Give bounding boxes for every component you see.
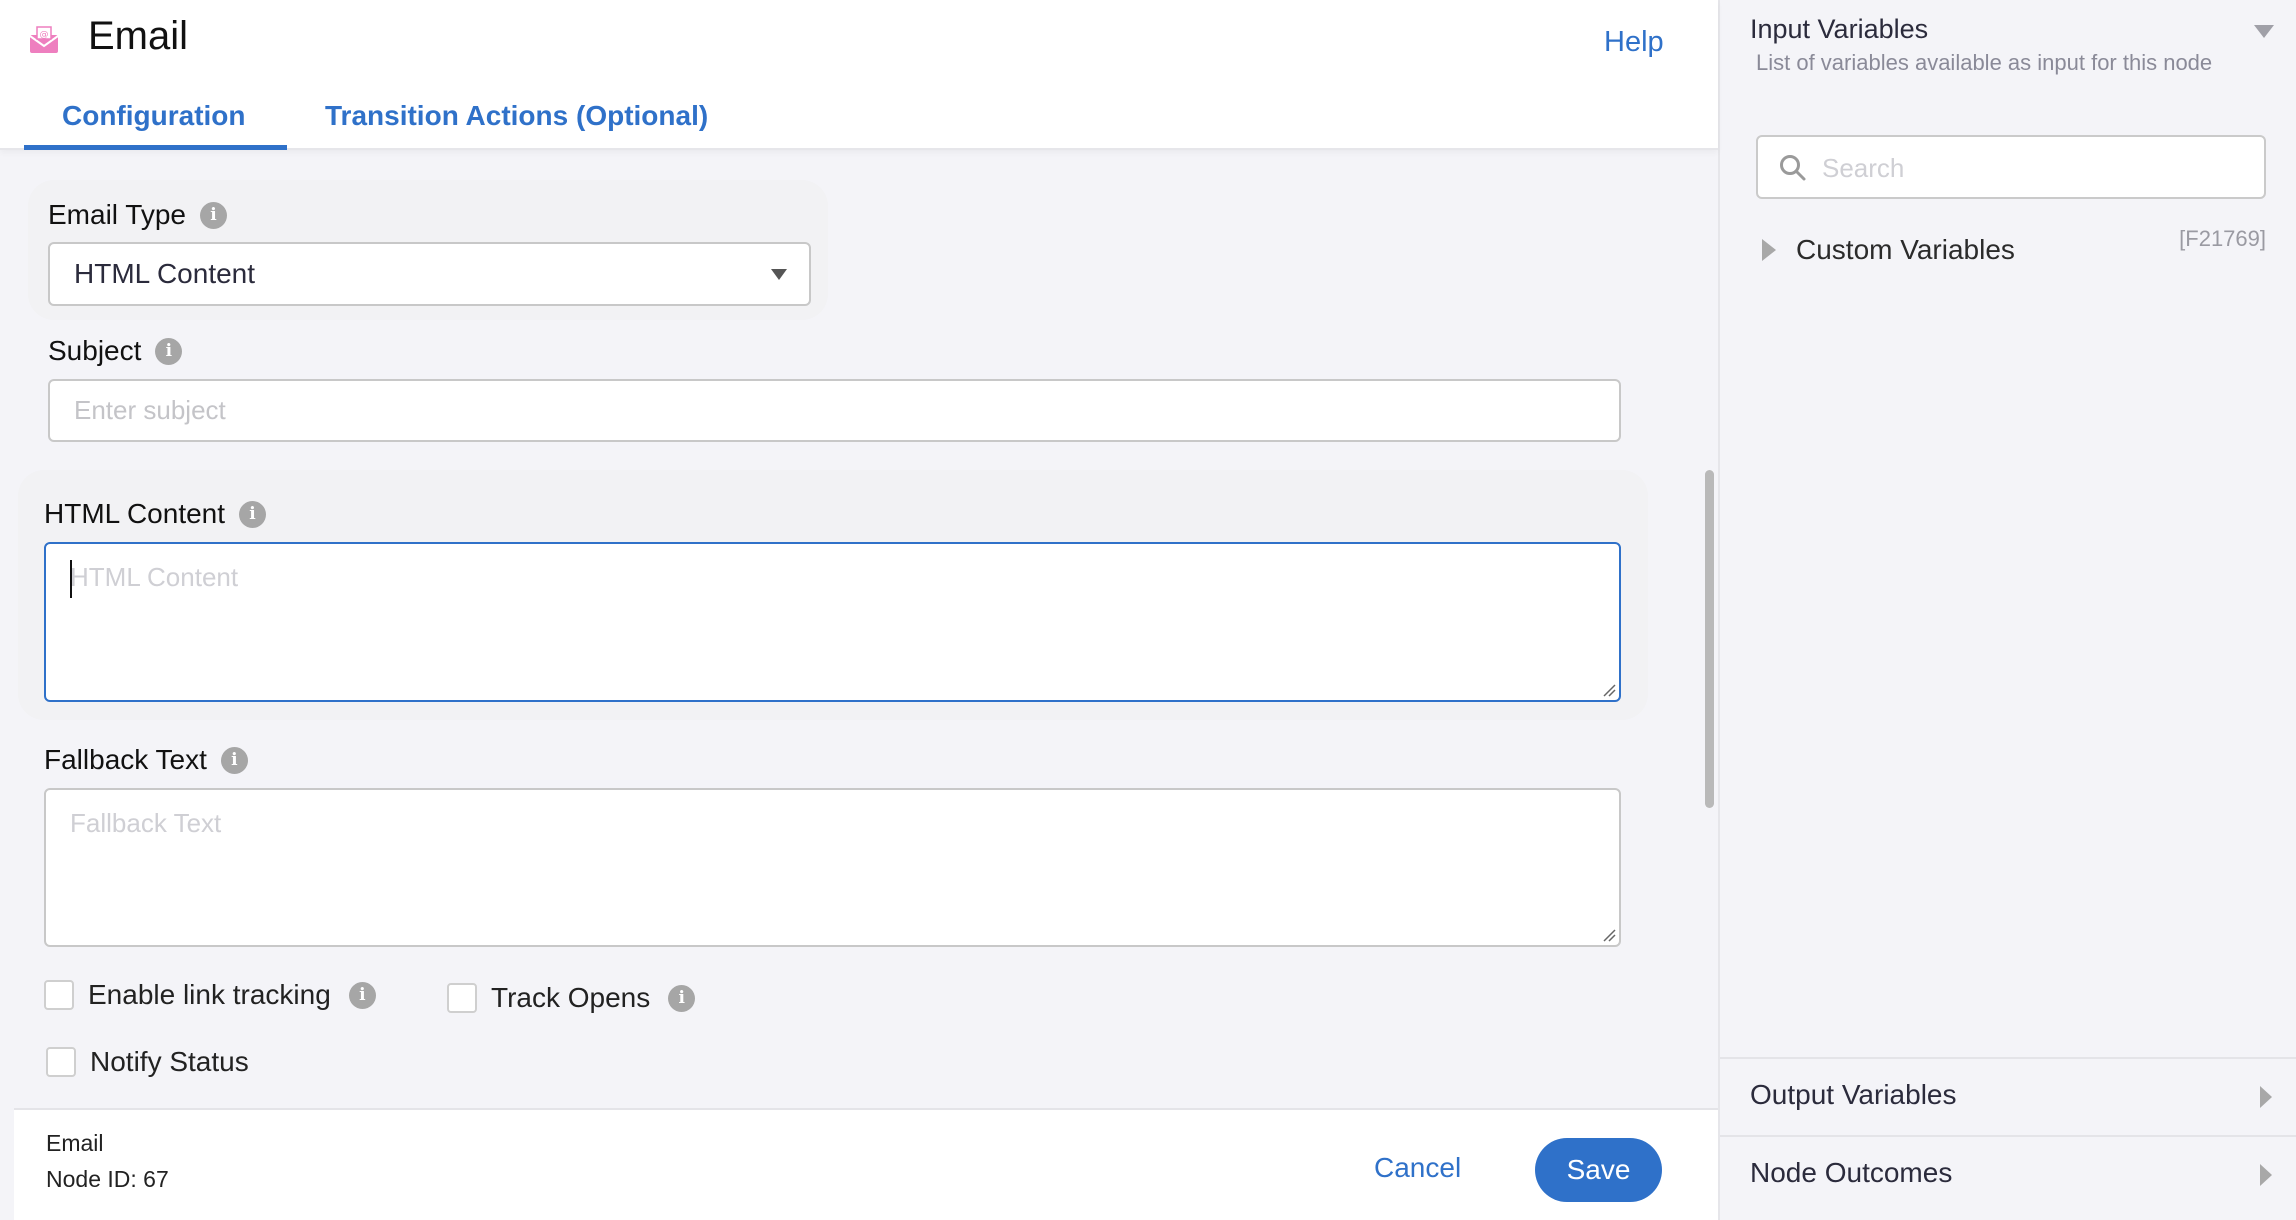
input-variables-title: Input Variables (1750, 14, 1929, 44)
search-icon (1780, 155, 1806, 181)
track-opens-option[interactable]: Track Opens i (447, 982, 696, 1014)
custom-variables-code: [F21769] (2179, 226, 2266, 251)
info-icon[interactable]: i (155, 337, 183, 365)
track-opens-label: Track Opens (491, 982, 651, 1013)
html-content-label: HTML Content i (44, 498, 267, 530)
email-envelope-icon: @ (29, 26, 59, 53)
content-scrollbar[interactable] (1705, 470, 1714, 808)
search-input[interactable] (1822, 149, 2242, 187)
node-id: Node ID: 67 (46, 1166, 169, 1192)
tab-configuration[interactable]: Configuration (62, 100, 246, 132)
subject-label-text: Subject (48, 335, 142, 366)
email-type-label: Email Type i (48, 199, 227, 231)
output-variables-label: Output Variables (1750, 1079, 1957, 1110)
info-icon[interactable]: i (200, 201, 227, 229)
info-icon[interactable]: i (239, 500, 267, 528)
notify-status-checkbox[interactable] (46, 1047, 76, 1077)
resize-handle-icon[interactable] (1602, 683, 1616, 697)
subject-input[interactable]: Enter subject (48, 379, 1621, 442)
html-content-placeholder: HTML Content (70, 562, 239, 592)
custom-variables-label: Custom Variables (1796, 234, 2015, 265)
node-outcomes-label: Node Outcomes (1750, 1157, 1953, 1188)
fallback-text-label-text: Fallback Text (44, 744, 207, 775)
subject-label: Subject i (48, 335, 183, 367)
editor-footer: Email Node ID: 67 Cancel Save (14, 1108, 1718, 1220)
svg-text:@: @ (40, 30, 49, 40)
resize-handle-icon[interactable] (1602, 928, 1616, 942)
tab-transition-actions[interactable]: Transition Actions (Optional) (325, 100, 708, 132)
collapse-triangle-icon[interactable] (2254, 25, 2274, 38)
fallback-text-placeholder: Fallback Text (70, 808, 222, 838)
fallback-text-textarea[interactable]: Fallback Text (44, 788, 1621, 947)
enable-link-tracking-checkbox[interactable] (44, 980, 74, 1010)
custom-variables-tree-item[interactable]: Custom Variables [F21769] (1762, 226, 2266, 270)
input-variables-description: List of variables available as input for… (1756, 50, 2213, 75)
cancel-button[interactable]: Cancel (1374, 1152, 1461, 1184)
html-content-textarea[interactable]: HTML Content (44, 542, 1621, 702)
chevron-down-icon (771, 269, 787, 280)
email-type-select[interactable]: HTML Content (48, 242, 811, 306)
node-outcomes-section[interactable]: Node Outcomes (1720, 1135, 2296, 1213)
email-type-label-text: Email Type (48, 199, 186, 230)
track-opens-checkbox[interactable] (447, 983, 477, 1013)
info-icon[interactable]: i (668, 984, 696, 1012)
fallback-text-label: Fallback Text i (44, 744, 248, 776)
enable-link-tracking-label: Enable link tracking (88, 979, 331, 1010)
notify-status-option[interactable]: Notify Status (46, 1046, 249, 1078)
editor-header: @ Email Help Configuration Transition Ac… (0, 0, 1718, 150)
expand-triangle-icon[interactable] (1762, 239, 1776, 261)
email-type-value: HTML Content (74, 258, 256, 289)
expand-arrow-icon (2260, 1164, 2272, 1186)
text-cursor (70, 560, 72, 598)
subject-placeholder: Enter subject (74, 395, 226, 425)
variables-side-panel: Input Variables List of variables availa… (1718, 0, 2296, 1220)
expand-arrow-icon (2260, 1086, 2272, 1108)
node-name: Email (46, 1130, 104, 1156)
active-tab-indicator (24, 145, 287, 150)
node-editor-main: @ Email Help Configuration Transition Ac… (0, 0, 1718, 1220)
save-button[interactable]: Save (1535, 1138, 1662, 1202)
page-title: Email (88, 14, 189, 58)
variable-search[interactable] (1756, 135, 2266, 199)
html-content-label-text: HTML Content (44, 498, 226, 529)
info-icon[interactable]: i (348, 981, 376, 1009)
help-link[interactable]: Help (1604, 26, 1664, 59)
notify-status-label: Notify Status (90, 1046, 249, 1077)
output-variables-section[interactable]: Output Variables (1720, 1057, 2296, 1135)
info-icon[interactable]: i (220, 746, 248, 774)
enable-link-tracking-option[interactable]: Enable link tracking i (44, 979, 376, 1011)
